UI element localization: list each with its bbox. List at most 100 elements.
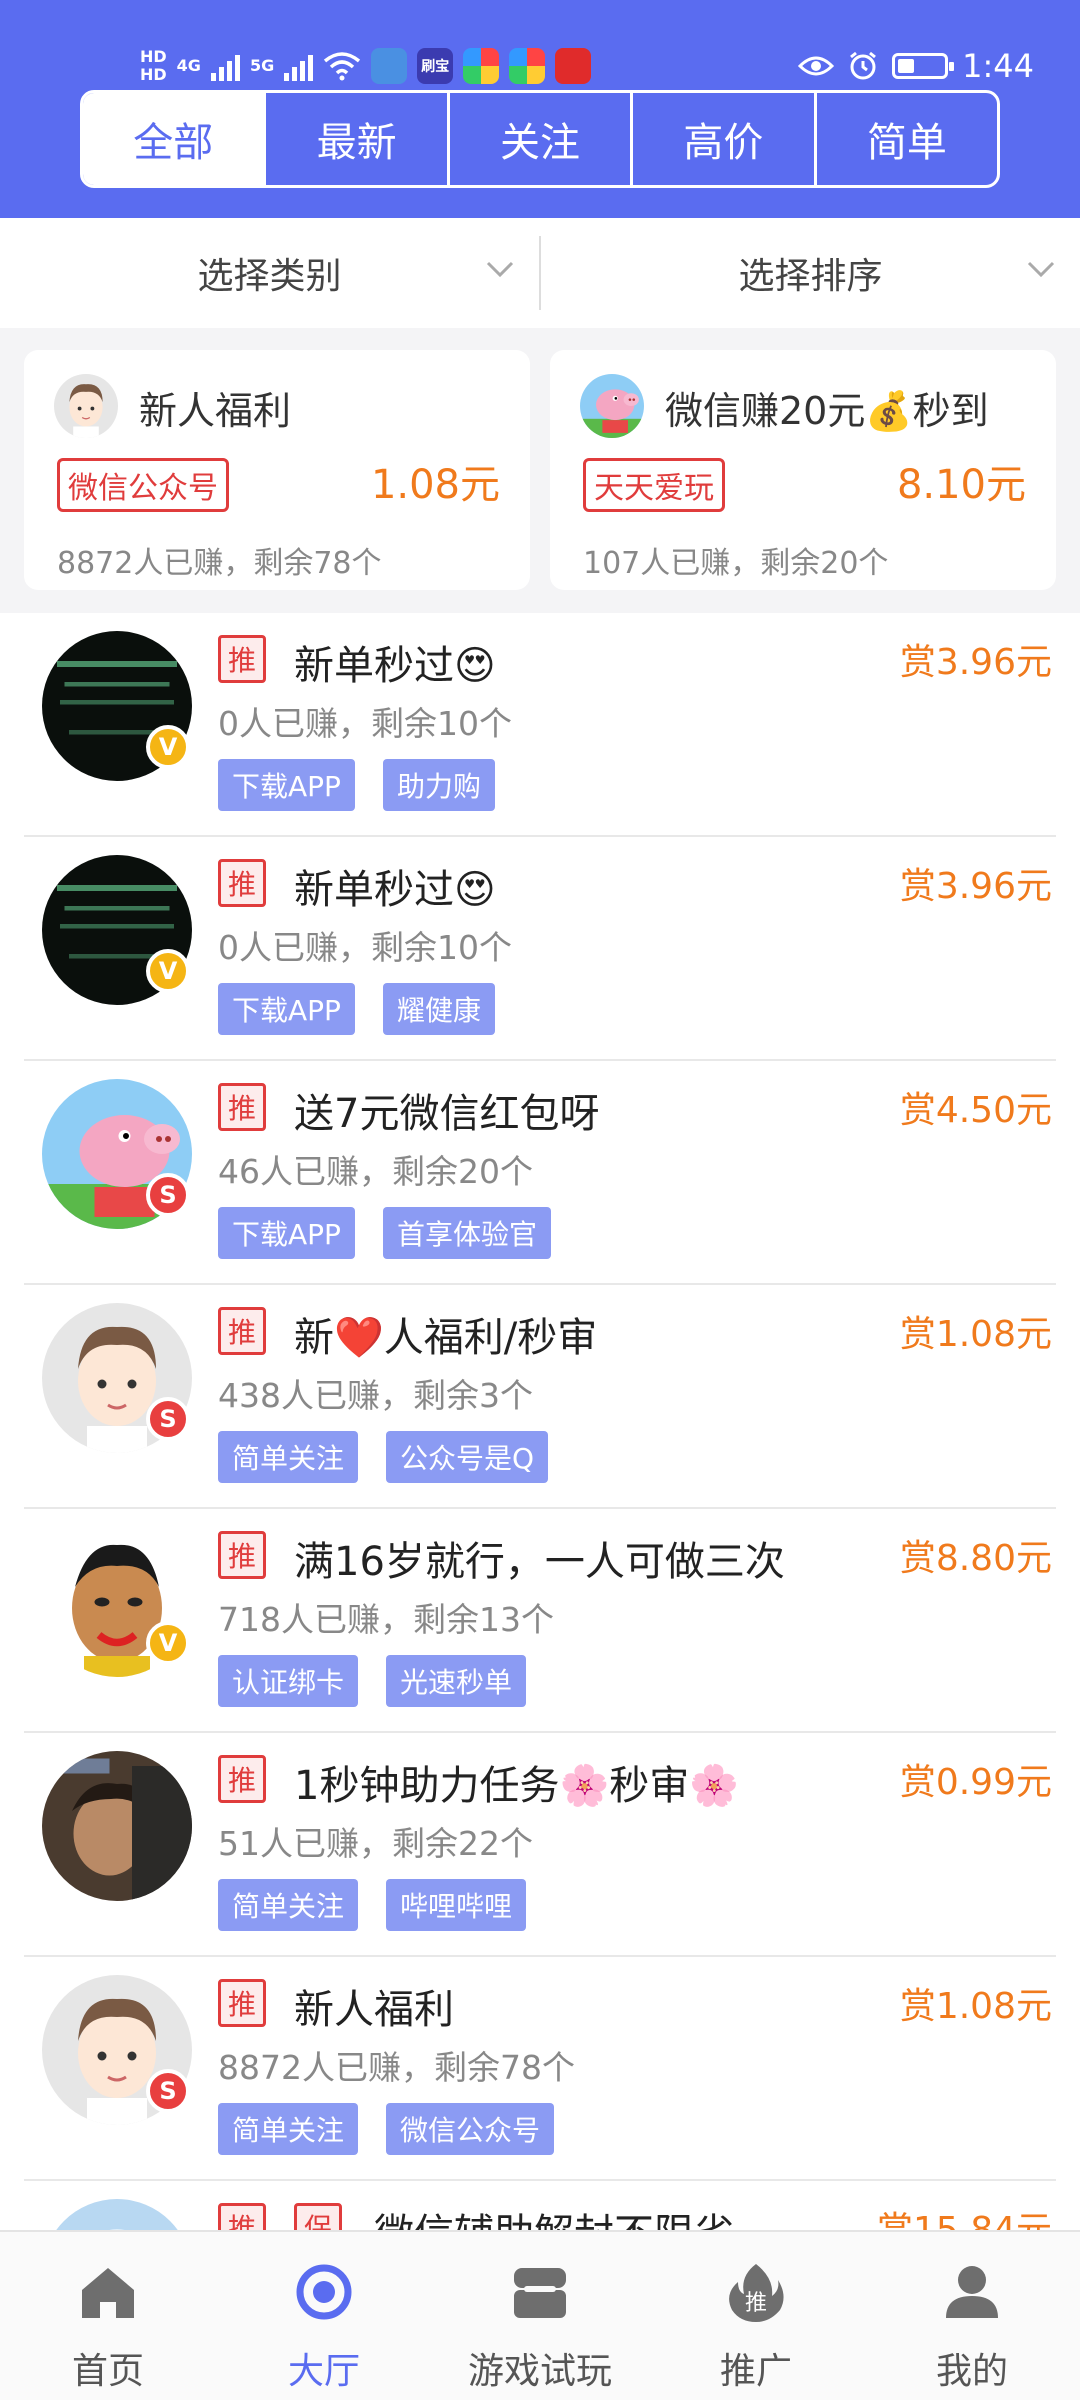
item-tags: 简单关注 微信公众号 — [218, 2103, 555, 2155]
wifi-icon — [324, 52, 361, 81]
avatar — [54, 374, 118, 438]
recommend-badge: 推 — [218, 1307, 266, 1355]
item-tags: 简单关注 公众号是Q — [218, 1431, 549, 1483]
recommend-badge: 推 — [218, 635, 266, 683]
promo-tag: 微信公众号 — [57, 458, 229, 512]
browser-icon — [371, 48, 408, 84]
item-title: 送7元微信红包呀 — [294, 1091, 600, 1137]
verified-badge: V — [146, 725, 190, 769]
promo-section: 新人福利 微信公众号 1.08元 8872人已赚，剩余78个 微信赚20元💰秒到 天天爱玩… — [0, 328, 1080, 613]
list-item[interactable]: 推 1秒钟助力任务🌸秒审🌸 赏0.99元 51人已赚，剩余22个 简单关注 哔哩哔哩 — [24, 1733, 1056, 1957]
item-tag: 公众号是Q — [386, 1431, 549, 1483]
guarantee-badge: 保 — [294, 2203, 342, 2230]
item-reward: 赏3.96元 — [899, 642, 1052, 683]
eye-icon — [798, 56, 835, 76]
home-icon — [82, 2268, 134, 2318]
avatar — [42, 1751, 192, 1901]
verified-badge: V — [146, 1621, 190, 1665]
battery-icon — [892, 53, 955, 79]
item-tag: 简单关注 — [218, 1431, 359, 1483]
list-item[interactable]: S 推新❤️人福利/秒审 赏1.08元 438人已赚，剩余3个 简单关注 公众号是Q — [24, 1285, 1056, 1509]
nav-profile[interactable]: 我的 — [864, 2232, 1080, 2400]
hall-icon — [296, 2264, 352, 2320]
task-list[interactable]: V 推新单秒过😍 赏3.96元 0人已赚，剩余10个 下载APP 助力购 V 推新单秒过😍 赏3… — [0, 613, 1080, 2230]
promote-icon: 推 — [729, 2264, 784, 2322]
tab-3[interactable]: 高价 — [633, 93, 817, 185]
item-tag: 认证绑卡 — [218, 1655, 359, 1707]
promo-price: 8.10元 — [896, 462, 1026, 508]
game-icon — [514, 2268, 566, 2318]
battery-level — [898, 59, 914, 73]
item-title: 新人福利 — [294, 1987, 454, 2033]
colorful-app2-icon — [509, 48, 546, 84]
item-title: 满16岁就行，一人可做三次 — [294, 1539, 785, 1585]
recommend-badge: 推 — [218, 1979, 266, 2027]
app-header: HD HD 4G 5G 刷宝 1:44 全部 最新 关注 高价 简单 — [0, 0, 1080, 218]
nav-label: 首页 — [71, 2351, 144, 2392]
item-tag: 首享体验官 — [382, 1207, 551, 1259]
list-item[interactable]: S 推送7元微信红包呀 赏4.50元 46人已赚，剩余20个 下载APP 首享体验官 — [24, 1061, 1056, 1285]
tab-4[interactable]: 简单 — [817, 93, 997, 185]
item-stats: 46人已赚，剩余20个 — [218, 1152, 533, 1191]
item-reward: 赏1.08元 — [899, 1314, 1052, 1355]
notification-app-icons: 刷宝 — [371, 48, 592, 84]
avatar — [580, 374, 644, 438]
item-tag: 光速秒单 — [386, 1655, 527, 1707]
tab-2[interactable]: 关注 — [450, 93, 634, 185]
tab-0[interactable]: 全部 — [83, 93, 267, 185]
recommend-badge: 推 — [218, 1755, 266, 1803]
item-reward: 赏8.80元 — [899, 1538, 1052, 1579]
nav-promote[interactable]: 推推广 — [648, 2232, 864, 2400]
list-item[interactable]: S 推新人福利 赏1.08元 8872人已赚，剩余78个 简单关注 微信公众号 — [24, 1957, 1056, 2181]
category-dropdown[interactable]: 选择类别 — [0, 218, 539, 328]
list-item[interactable]: 推 保 微信辅助解封不限省 赏15.84元 — [24, 2181, 1056, 2230]
promo-title: 新人福利 — [139, 389, 292, 433]
red-envelope-icon — [555, 48, 592, 84]
list-item[interactable]: V 推新单秒过😍 赏3.96元 0人已赚，剩余10个 下载APP 耀健康 — [24, 837, 1056, 1061]
promo-card[interactable]: 微信赚20元💰秒到天天爱玩 8.10元 107人已赚，剩余20个 — [550, 350, 1056, 590]
filter-bar: 选择类别 选择排序 — [0, 218, 1080, 328]
item-tag: 简单关注 — [218, 2103, 359, 2155]
promo-tag: 天天爱玩 — [583, 458, 725, 512]
tab-1[interactable]: 最新 — [266, 93, 450, 185]
status-badge: S — [146, 2069, 190, 2113]
item-tag: 下载APP — [218, 983, 355, 1035]
promo-card[interactable]: 新人福利 微信公众号 1.08元 8872人已赚，剩余78个 — [24, 350, 530, 590]
list-item[interactable]: V 推新单秒过😍 赏3.96元 0人已赚，剩余10个 下载APP 助力购 — [24, 613, 1056, 837]
nav-label: 推广 — [719, 2351, 792, 2392]
promo-stats: 107人已赚，剩余20个 — [583, 546, 889, 581]
status-bar: HD HD 4G 5G 刷宝 1:44 — [140, 36, 1034, 96]
shuabao-icon: 刷宝 — [417, 48, 454, 84]
item-tag: 哔哩哔哩 — [386, 1879, 527, 1931]
item-reward: 赏1.08元 — [899, 1986, 1052, 2027]
bottom-nav: 首页 大厅 游戏试玩推推广 我的 — [0, 2230, 1080, 2400]
item-tag: 下载APP — [218, 759, 355, 811]
recommend-badge: 推 — [218, 2203, 266, 2230]
item-stats: 0人已赚，剩余10个 — [218, 704, 512, 743]
item-title: 新❤️人福利/秒审 — [294, 1315, 598, 1361]
list-item[interactable]: V 推满16岁就行，一人可做三次 赏8.80元 718人已赚，剩余13个 认证绑卡 光速秒… — [24, 1509, 1056, 1733]
svg-text:推: 推 — [745, 2291, 767, 2316]
nav-game[interactable]: 游戏试玩 — [432, 2232, 648, 2400]
sort-dropdown[interactable]: 选择排序 — [541, 218, 1080, 328]
signal-icon — [210, 51, 240, 81]
nav-home[interactable]: 首页 — [0, 2232, 216, 2400]
5g-label: 5G — [249, 56, 275, 75]
recommend-badge: 推 — [218, 1531, 266, 1579]
item-tag: 简单关注 — [218, 1879, 359, 1931]
chevron-down-icon — [1027, 261, 1055, 278]
item-title: 1秒钟助力任务🌸秒审🌸 — [294, 1763, 740, 1809]
promo-title: 微信赚20元💰秒到 — [665, 389, 989, 433]
nav-label: 游戏试玩 — [467, 2351, 612, 2392]
item-tag: 下载APP — [218, 1207, 355, 1259]
4g-label: 4G — [176, 56, 201, 75]
clock: 1:44 — [962, 47, 1034, 85]
item-tag: 助力购 — [382, 759, 495, 811]
item-reward: 赏3.96元 — [899, 866, 1052, 907]
item-tags: 简单关注 哔哩哔哩 — [218, 1879, 527, 1931]
item-tag: 微信公众号 — [386, 2103, 555, 2155]
recommend-badge: 推 — [218, 1083, 266, 1131]
item-reward: 赏4.50元 — [899, 1090, 1052, 1131]
profile-icon — [946, 2266, 998, 2318]
nav-hall[interactable]: 大厅 — [216, 2232, 432, 2400]
